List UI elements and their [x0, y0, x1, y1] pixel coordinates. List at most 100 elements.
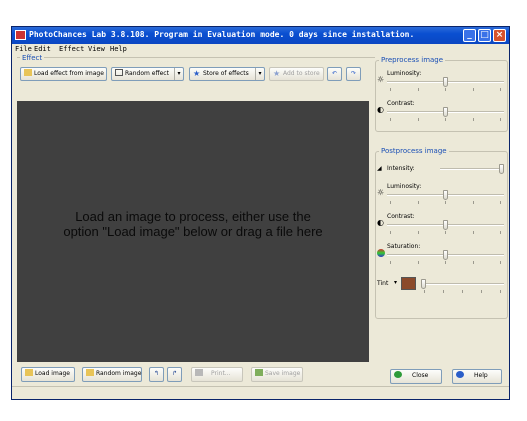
- slider-tick: [473, 201, 474, 204]
- post-contrast-label: Contrast:: [387, 213, 415, 220]
- saturation-ticks: [390, 261, 501, 264]
- slider-tick: [445, 118, 446, 121]
- star-add-icon: ★: [273, 69, 281, 78]
- menu-file[interactable]: File: [15, 45, 32, 53]
- store-of-effects-button[interactable]: ★ Store of effects ▾: [189, 67, 265, 81]
- contrast-icon: ◐: [377, 105, 384, 114]
- preprocess-contrast-thumb[interactable]: [443, 107, 448, 117]
- slider-tick: [390, 88, 391, 91]
- slider-tick: [445, 261, 446, 264]
- slider-tick: [473, 261, 474, 264]
- close-label: Close: [412, 372, 429, 379]
- slider-tick: [500, 88, 501, 91]
- slider-tick: [481, 290, 482, 293]
- slider-tick: [473, 118, 474, 121]
- print-button[interactable]: Print...: [191, 367, 243, 382]
- minimize-button[interactable]: _: [463, 29, 476, 42]
- slider-tick: [445, 201, 446, 204]
- chevron-down-icon[interactable]: ▾: [174, 68, 183, 80]
- tint-color-swatch[interactable]: [401, 277, 416, 290]
- preprocess-panel: Preprocess image ☼ Luminosity: ◐ Contras…: [375, 56, 508, 132]
- preprocess-contrast-label: Contrast:: [387, 100, 415, 107]
- help-button[interactable]: Help: [452, 369, 502, 384]
- slider-tick: [390, 231, 391, 234]
- print-label: Print...: [211, 370, 231, 377]
- rotate-left-button[interactable]: ↰: [149, 367, 164, 382]
- random-effect-label: Random effect: [125, 70, 169, 77]
- tint-ticks: [424, 290, 501, 293]
- help-icon: [456, 371, 464, 378]
- effect-group-label: Effect: [20, 54, 45, 62]
- intensity-thumb[interactable]: [499, 164, 504, 174]
- add-to-store-button[interactable]: ★ Add to store: [269, 67, 324, 81]
- post-contrast-ticks: [390, 231, 501, 234]
- save-image-label: Save image: [265, 370, 301, 377]
- intensity-icon: ◢: [377, 165, 382, 172]
- preprocess-title: Preprocess image: [379, 56, 446, 64]
- tint-label: Tint: [377, 280, 389, 287]
- slider-tick: [500, 290, 501, 293]
- save-image-button[interactable]: Save image: [251, 367, 303, 382]
- load-effect-button[interactable]: Load effect from image: [20, 67, 107, 81]
- saturation-label: Saturation:: [387, 243, 421, 250]
- printer-icon: [195, 369, 203, 376]
- menu-effect[interactable]: Effect: [59, 45, 84, 53]
- maximize-button[interactable]: □: [478, 29, 491, 42]
- slider-tick: [390, 261, 391, 264]
- window-title: PhotoChances Lab 3.8.108. Program in Eva…: [29, 30, 415, 39]
- app-icon: [15, 30, 26, 40]
- help-label: Help: [474, 372, 488, 379]
- intensity-slider[interactable]: [440, 168, 504, 170]
- star-icon: ★: [193, 69, 201, 78]
- canvas-placeholder-text: Load an image to process, either use the…: [63, 209, 323, 239]
- slider-tick: [500, 201, 501, 204]
- menu-help[interactable]: Help: [110, 45, 127, 53]
- preprocess-luminosity-thumb[interactable]: [443, 77, 448, 87]
- close-window-button[interactable]: ×: [493, 29, 506, 42]
- post-contrast-thumb[interactable]: [443, 220, 448, 230]
- undo-effect-button[interactable]: ↶: [327, 67, 342, 81]
- tint-thumb[interactable]: [421, 279, 426, 289]
- post-luminosity-ticks: [390, 201, 501, 204]
- check-icon: [394, 371, 402, 378]
- menu-edit[interactable]: Edit: [34, 45, 51, 53]
- redo-icon: ↷: [350, 70, 357, 77]
- slider-tick: [418, 201, 419, 204]
- preprocess-luminosity-label: Luminosity:: [387, 70, 422, 77]
- redo-effect-button[interactable]: ↷: [346, 67, 361, 81]
- slider-tick: [418, 231, 419, 234]
- image-canvas[interactable]: Load an image to process, either use the…: [17, 101, 369, 362]
- tint-dropdown-icon[interactable]: ▾: [394, 279, 397, 286]
- slider-tick: [462, 290, 463, 293]
- load-image-label: Load image: [35, 370, 70, 377]
- rotate-right-icon: ↱: [171, 370, 178, 377]
- chevron-down-icon[interactable]: ▾: [255, 68, 264, 80]
- slider-tick: [473, 231, 474, 234]
- postprocess-panel: Postprocess image ◢ Intensity: ☼ Luminos…: [375, 147, 508, 319]
- rotate-right-button[interactable]: ↱: [167, 367, 182, 382]
- undo-icon: ↶: [331, 70, 338, 77]
- slider-tick: [390, 118, 391, 121]
- rotate-left-icon: ↰: [153, 370, 160, 377]
- load-image-button[interactable]: Load image: [21, 367, 75, 382]
- post-luminosity-thumb[interactable]: [443, 190, 448, 200]
- tint-slider[interactable]: [421, 283, 504, 285]
- menu-view[interactable]: View: [88, 45, 105, 53]
- saturation-thumb[interactable]: [443, 250, 448, 260]
- store-label: Store of effects: [203, 70, 249, 77]
- sun-icon: ☼: [377, 75, 385, 84]
- close-button[interactable]: Close: [390, 369, 442, 384]
- slider-tick: [418, 88, 419, 91]
- slider-tick: [445, 88, 446, 91]
- title-bar[interactable]: PhotoChances Lab 3.8.108. Program in Eva…: [12, 27, 509, 44]
- random-image-label: Random image: [96, 370, 142, 377]
- post-luminosity-label: Luminosity:: [387, 183, 422, 190]
- add-to-store-label: Add to store: [283, 70, 320, 77]
- slider-tick: [500, 261, 501, 264]
- folder-icon: [25, 369, 33, 376]
- preprocess-contrast-ticks: [390, 118, 501, 121]
- random-image-button[interactable]: Random image: [82, 367, 142, 382]
- status-bar: [12, 386, 509, 399]
- random-effect-button[interactable]: Random effect ▾: [111, 67, 184, 81]
- folder-icon: [86, 369, 94, 376]
